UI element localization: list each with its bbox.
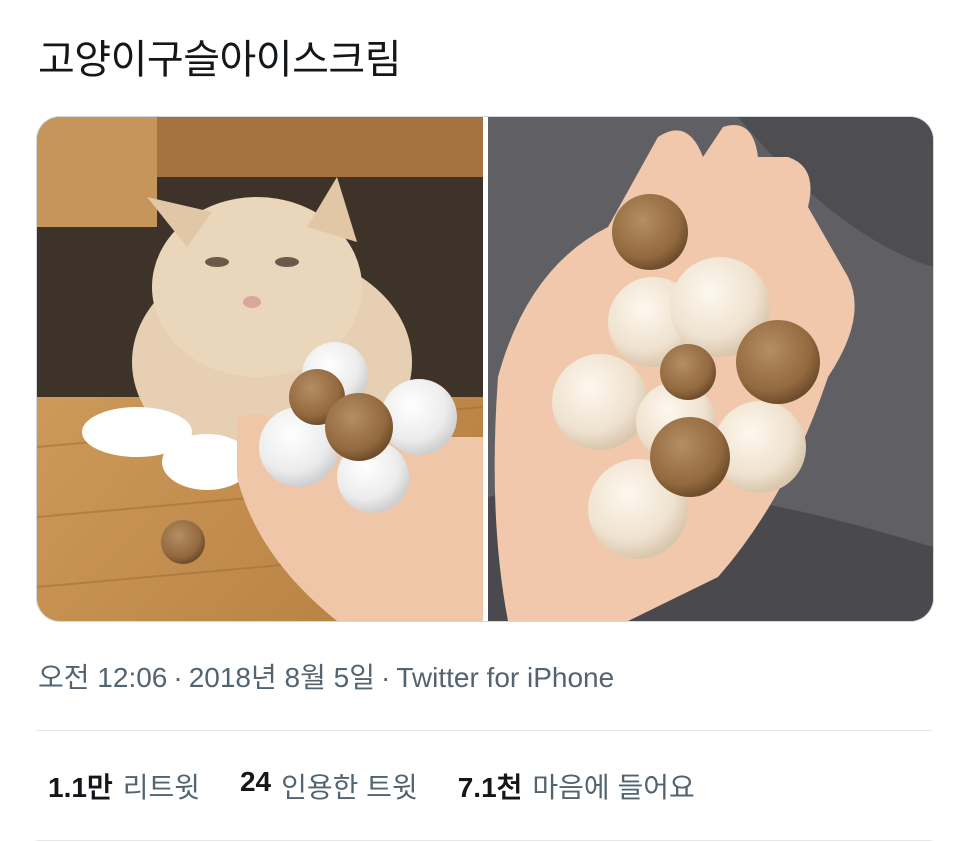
hand-photo-illustration xyxy=(488,117,933,621)
separator-dot: · xyxy=(173,662,183,693)
tweet-stats: 1.1만 리트윗 24 인용한 트윗 7.1천 마음에 들어요 xyxy=(48,766,695,806)
tweet-time[interactable]: 오전 12:06 xyxy=(38,662,167,693)
tweet-source[interactable]: Twitter for iPhone xyxy=(396,662,614,693)
divider xyxy=(36,840,932,841)
retweets-stat[interactable]: 1.1만 리트윗 xyxy=(48,766,200,806)
tweet-date[interactable]: 2018년 8월 5일 xyxy=(189,662,375,693)
media-grid xyxy=(36,116,934,622)
separator-dot: · xyxy=(380,662,391,693)
photo-fur-balls-in-hand[interactable] xyxy=(488,117,933,621)
tweet-metadata: 오전 12:06 · 2018년 8월 5일 · Twitter for iPhone xyxy=(38,656,614,696)
like-label: 마음에 들어요 xyxy=(532,772,695,803)
quote-label: 인용한 트윗 xyxy=(281,772,418,803)
quote-count: 24 xyxy=(239,766,272,797)
tweet-text: 고양이구슬아이스크림 xyxy=(38,37,402,83)
likes-stat[interactable]: 7.1천 마음에 들어요 xyxy=(458,766,695,806)
retweet-label: 리트윗 xyxy=(122,772,200,803)
cat-photo-illustration xyxy=(37,117,483,621)
divider xyxy=(36,730,932,731)
photo-cat-with-fur-balls[interactable] xyxy=(37,117,483,621)
like-count: 7.1천 xyxy=(457,772,523,803)
quote-tweets-stat[interactable]: 24 인용한 트윗 xyxy=(240,766,418,806)
retweet-count: 1.1만 xyxy=(48,772,113,803)
